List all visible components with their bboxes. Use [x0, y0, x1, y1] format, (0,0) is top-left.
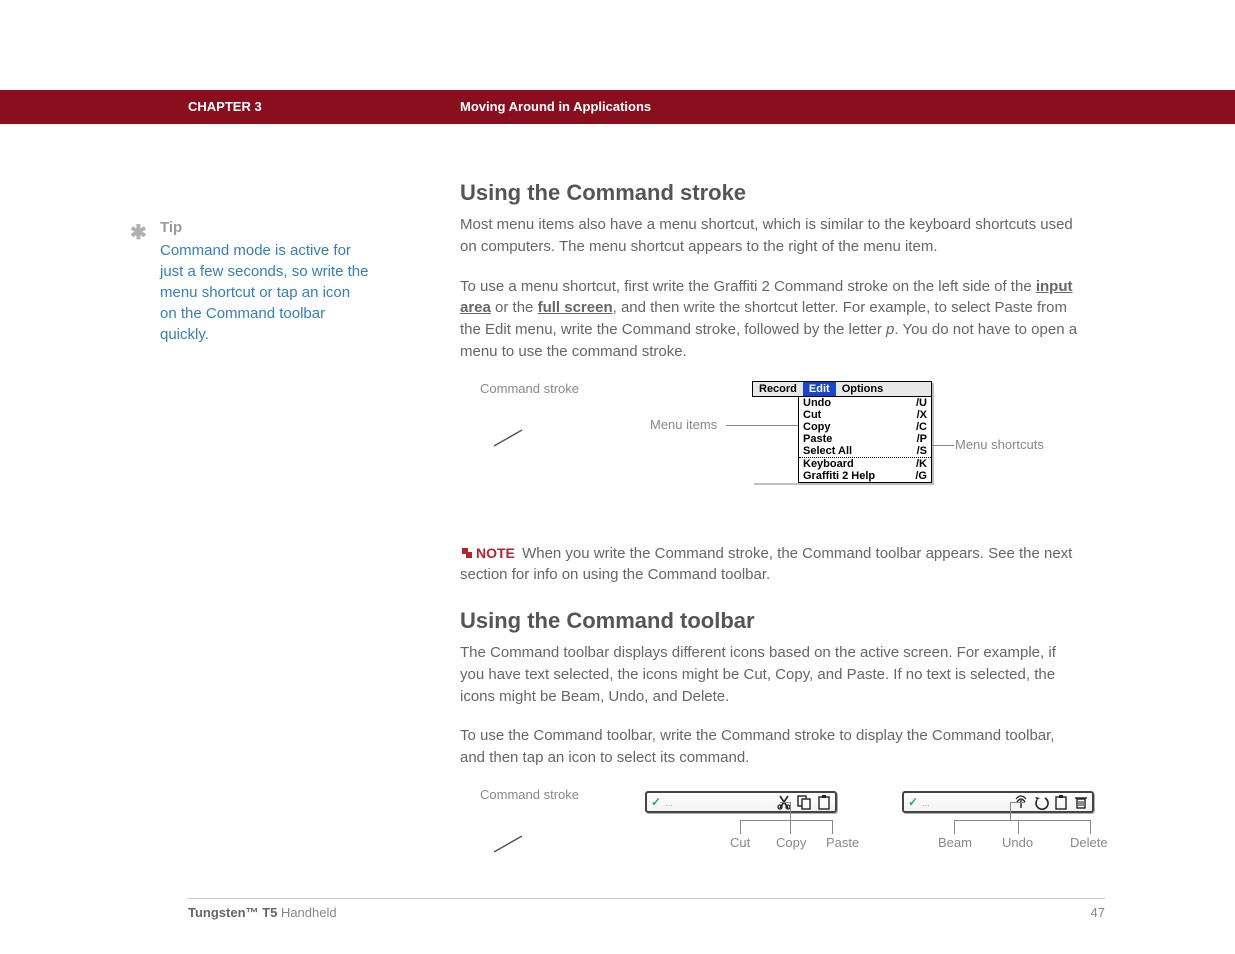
menu-tab-edit: Edit [803, 382, 836, 396]
figure-command-toolbar: Command stroke ✓ … Cut Copy Paste ✓ … [460, 787, 1080, 887]
label-cut: Cut [730, 835, 750, 850]
label-delete: Delete [1070, 835, 1108, 850]
copy-icon [796, 794, 812, 810]
link-full-screen[interactable]: full screen [538, 299, 613, 316]
command-toolbar-b: ✓ … [902, 791, 1094, 813]
chapter-number: CHAPTER 3 [188, 99, 262, 114]
palm-dropdown: Undo/U Cut/X Copy/C Paste/P Select All/S… [798, 397, 932, 483]
delete-icon [1073, 794, 1089, 810]
command-stroke-icon-2 [490, 832, 526, 856]
check-icon: ✓ [651, 795, 661, 809]
note-text: When you write the Command stroke, the C… [460, 545, 1072, 584]
label-paste: Paste [826, 835, 859, 850]
chapter-title: Moving Around in Applications [460, 99, 651, 114]
tip-block: ✱ Tip Command mode is active for just a … [132, 219, 392, 345]
section2-p1: The Command toolbar displays different i… [460, 642, 1080, 707]
paste-icon [816, 794, 832, 810]
chapter-header: CHAPTER 3 Moving Around in Applications [0, 90, 1235, 124]
label-command-stroke-2: Command stroke [480, 787, 579, 804]
label-menu-shortcuts: Menu shortcuts [955, 437, 1044, 452]
paste-icon [1053, 794, 1069, 810]
menu-tab-record: Record [753, 382, 803, 396]
section2-p2: To use the Command toolbar, write the Co… [460, 725, 1080, 769]
section1-p1: Most menu items also have a menu shortcu… [460, 214, 1080, 258]
tip-star-icon: ✱ [130, 220, 147, 245]
command-toolbar-a: ✓ … [645, 791, 837, 813]
section1-heading: Using the Command stroke [460, 180, 1080, 206]
label-command-stroke: Command stroke [480, 381, 579, 398]
ellipsis-icon: … [665, 799, 674, 808]
ellipsis-icon: … [922, 799, 931, 808]
label-copy: Copy [776, 835, 806, 850]
note-icon: NOTE [460, 543, 515, 563]
palm-menubar: Record Edit Options [752, 381, 932, 397]
tip-body: Command mode is active for just a few se… [160, 240, 370, 345]
page-footer: Tungsten™ T5 Handheld 47 [188, 898, 1105, 920]
note-paragraph: NOTE When you write the Command stroke, … [460, 543, 1080, 587]
product-name: Tungsten™ T5 Handheld [188, 905, 337, 920]
label-undo: Undo [1002, 835, 1033, 850]
tip-label: Tip [160, 219, 392, 236]
section1-p2: To use a menu shortcut, first write the … [460, 276, 1080, 363]
undo-icon [1033, 794, 1049, 810]
command-stroke-icon [490, 426, 526, 450]
label-menu-items: Menu items [650, 417, 717, 432]
label-beam: Beam [938, 835, 972, 850]
menu-tab-options: Options [836, 382, 890, 396]
palm-menu-mock: Record Edit Options Undo/U Cut/X Copy/C … [752, 381, 932, 483]
page-number: 47 [1091, 905, 1105, 920]
figure-command-stroke-menu: Command stroke Menu items Record Edit Op… [460, 381, 1080, 521]
main-content: Using the Command stroke Most menu items… [460, 180, 1080, 887]
section2-heading: Using the Command toolbar [460, 608, 1080, 634]
check-icon: ✓ [908, 795, 918, 809]
callout-line-menu-shortcuts [932, 445, 954, 446]
